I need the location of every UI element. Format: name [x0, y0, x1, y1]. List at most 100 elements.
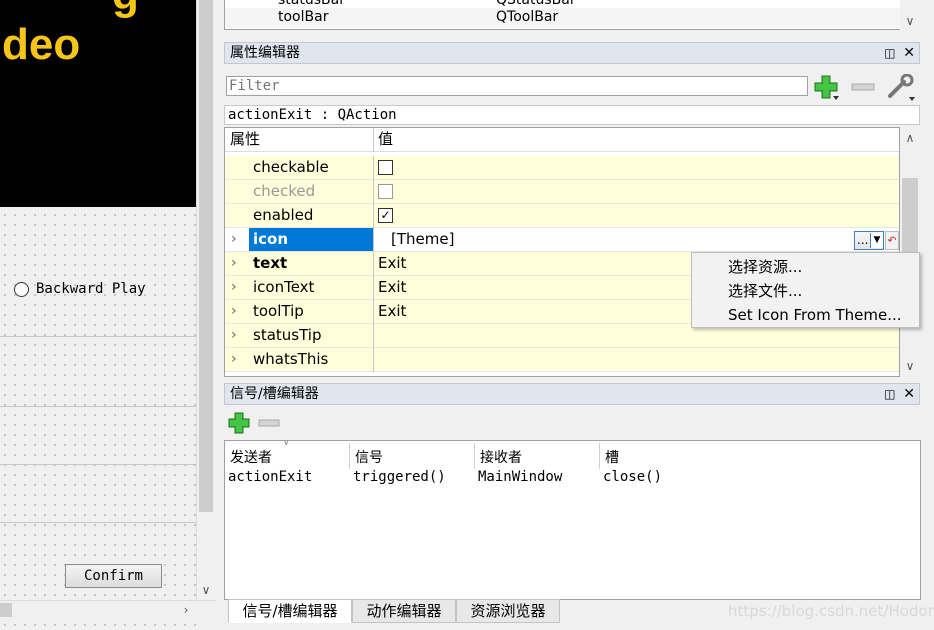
checked-checkbox[interactable] [378, 184, 393, 199]
video-label-widget: g deo [0, 0, 196, 207]
form-canvas[interactable]: g deo Backward Play Confirm [0, 0, 196, 630]
property-editor-title: 属性编辑器 [230, 45, 300, 61]
connection-table[interactable]: 发送者 ∨ 信号 接收者 槽 actionExit triggered() Ma… [224, 440, 921, 600]
column-divider [373, 300, 374, 324]
dock-separator[interactable] [216, 0, 224, 630]
scroll-right-arrow-icon[interactable]: › [176, 600, 196, 620]
backward-play-radio[interactable] [14, 282, 29, 297]
property-name: statusTip [253, 326, 322, 344]
menu-item-set-icon-from-theme[interactable]: Set Icon From Theme... [728, 303, 902, 327]
menu-item-choose-resource[interactable]: 选择资源... [728, 255, 802, 279]
property-row-checkable[interactable]: checkable [225, 156, 899, 180]
object-class: QToolBar [496, 9, 559, 25]
watermark: https://blog.csdn.net/Hodors [728, 602, 934, 620]
float-dock-icon[interactable]: ◫ [884, 46, 895, 60]
icon-chooser-button[interactable]: ... ▼ [854, 231, 884, 250]
enabled-checkbox[interactable]: ✓ [378, 208, 393, 223]
current-object-label: actionExit : QAction [224, 105, 920, 125]
scroll-down-arrow-icon[interactable]: ∨ [900, 357, 920, 375]
dock-buttons: ◫ ✕ [875, 384, 915, 404]
left-vertical-scroll-thumb[interactable] [199, 0, 213, 512]
expand-arrow-icon[interactable]: › [231, 324, 237, 347]
tab-signal-slot-editor[interactable]: 信号/槽编辑器 [228, 599, 352, 623]
column-divider [373, 128, 374, 152]
column-divider [373, 324, 374, 348]
object-inspector-list[interactable]: statusBar QStatusBar toolBar QToolBar [224, 0, 920, 30]
expand-arrow-icon[interactable]: › [231, 348, 237, 371]
property-row-enabled[interactable]: enabled ✓ [225, 204, 899, 228]
column-divider [474, 443, 475, 469]
property-row-checked[interactable]: checked [225, 180, 899, 204]
float-dock-icon[interactable]: ◫ [884, 387, 895, 401]
cell-signal: triggered() [353, 469, 446, 485]
reset-property-icon[interactable]: ↶ [885, 231, 899, 250]
property-row-icon[interactable]: › icon [Theme] ... ▼ ↶ [225, 228, 899, 252]
scroll-up-arrow-icon[interactable]: ∧ [900, 129, 920, 147]
property-editor-header: 属性编辑器 ◫ ✕ [224, 42, 920, 64]
column-divider [373, 180, 374, 204]
tab-resource-browser[interactable]: 资源浏览器 [456, 599, 560, 623]
backward-play-label: Backward Play [36, 281, 146, 297]
object-list-scrollbar[interactable]: ∨ [900, 0, 920, 30]
column-divider [373, 156, 374, 180]
icon-context-menu[interactable]: 选择资源... 选择文件... Set Icon From Theme... [691, 252, 920, 328]
divider-line [0, 464, 196, 465]
scroll-down-arrow-icon[interactable]: ∨ [196, 580, 216, 600]
column-header-receiver[interactable]: 接收者 [480, 447, 522, 467]
close-dock-icon[interactable]: ✕ [903, 386, 915, 402]
tab-action-editor[interactable]: 动作编辑器 [352, 599, 456, 623]
checkable-checkbox[interactable] [378, 160, 393, 175]
signal-slot-editor-header: 信号/槽编辑器 ◫ ✕ [224, 383, 920, 405]
property-row-whatsthis[interactable]: › whatsThis [225, 348, 899, 372]
property-filter-input[interactable] [226, 76, 808, 96]
video-title-glyph: g [112, 0, 139, 20]
object-name: statusBar [278, 0, 345, 8]
remove-connection-minus-icon[interactable] [258, 419, 280, 427]
list-item[interactable]: statusBar QStatusBar [225, 0, 901, 8]
cell-slot: close() [603, 469, 663, 485]
expand-arrow-icon[interactable]: › [231, 300, 237, 323]
dropdown-arrow-icon[interactable]: ▼ [870, 233, 883, 248]
column-divider [373, 252, 374, 276]
header-property: 属性 [230, 130, 261, 148]
table-row[interactable]: actionExit triggered() MainWindow close(… [225, 469, 920, 489]
sort-indicator-icon: ∨ [283, 440, 290, 448]
divider-line [0, 406, 196, 407]
dock-buttons: ◫ ✕ [875, 43, 915, 63]
column-divider [373, 228, 374, 252]
property-name: icon [249, 228, 373, 251]
object-class: QStatusBar [496, 0, 576, 8]
property-name: enabled [253, 206, 314, 224]
add-connection-plus-icon[interactable] [228, 412, 250, 434]
video-title-text: deo [2, 20, 81, 69]
column-divider [599, 443, 600, 469]
configure-wrench-icon[interactable] [886, 74, 916, 102]
left-horizontal-scroll-thumb[interactable] [0, 603, 12, 617]
divider-line [0, 522, 196, 523]
menu-item-choose-file[interactable]: 选择文件... [728, 279, 802, 303]
column-header-sender[interactable]: 发送者 [230, 447, 272, 467]
property-name: checked [253, 182, 316, 200]
icon-theme-value: [Theme] [391, 230, 455, 248]
scroll-down-arrow-icon[interactable]: ∨ [900, 12, 920, 30]
object-name: toolBar [278, 9, 329, 25]
signal-slot-editor-title: 信号/槽编辑器 [230, 386, 319, 402]
column-divider [349, 443, 350, 469]
property-name: iconText [253, 278, 315, 296]
remove-property-minus-icon[interactable] [851, 83, 875, 91]
expand-arrow-icon[interactable]: › [231, 276, 237, 299]
column-divider [373, 348, 374, 372]
list-item[interactable]: toolBar QToolBar [225, 8, 901, 28]
column-header-signal[interactable]: 信号 [355, 447, 383, 467]
cell-receiver: MainWindow [478, 469, 563, 485]
confirm-button[interactable]: Confirm [65, 564, 162, 588]
expand-arrow-icon[interactable]: › [231, 252, 237, 275]
property-name: text [253, 254, 288, 272]
column-divider [373, 204, 374, 228]
property-tree-header: 属性 值 [225, 128, 899, 152]
expand-arrow-icon[interactable]: › [231, 228, 237, 251]
close-dock-icon[interactable]: ✕ [903, 45, 915, 61]
column-header-slot[interactable]: 槽 [605, 447, 619, 467]
add-property-plus-icon[interactable] [813, 74, 839, 100]
header-value: 值 [378, 130, 394, 148]
